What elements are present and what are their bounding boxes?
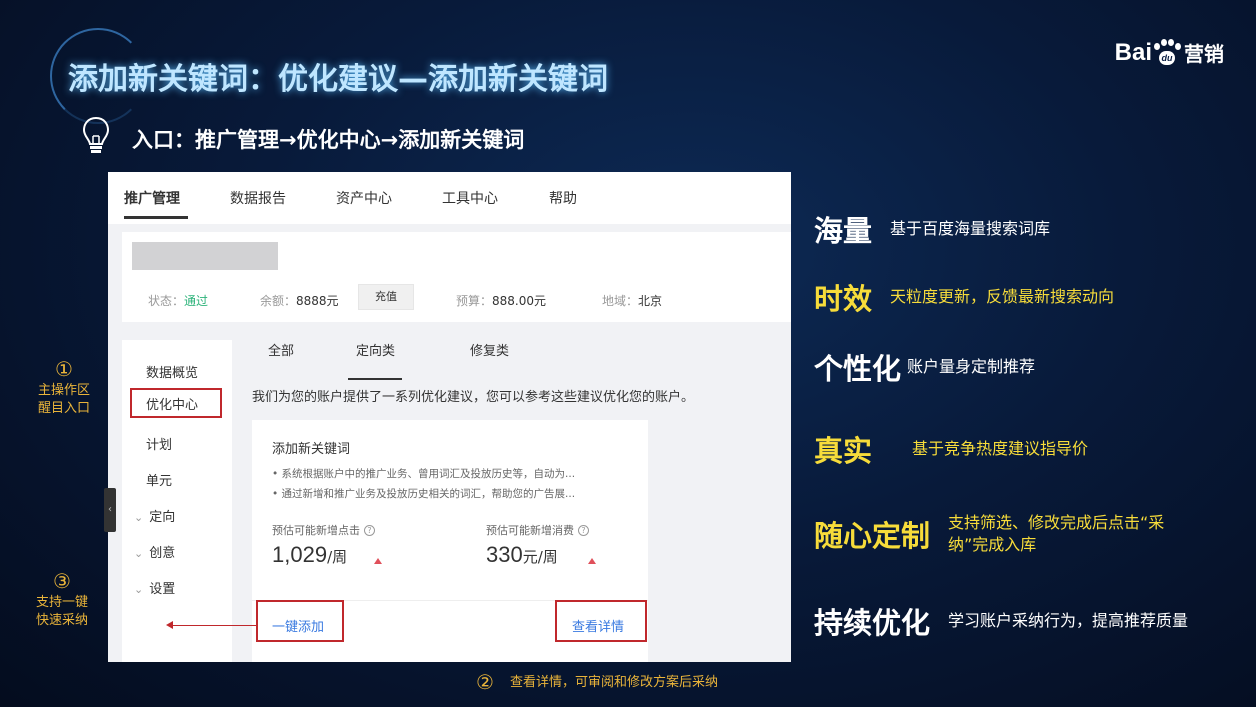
slide-title: 添加新关键词：优化建议—添加新关键词 xyxy=(68,62,608,97)
main-content: 全部 定向类 修复类 我们为您的账户提供了一系列优化建议，您可以参考这些建议优化… xyxy=(232,322,791,662)
account-status: 状态：通过 xyxy=(148,294,209,308)
help-icon[interactable]: ? xyxy=(578,525,589,536)
feature-real: 真实 基于竞争热度建议指导价 xyxy=(814,434,1089,468)
paw-icon: du xyxy=(1153,38,1181,67)
sidebar-item-plan[interactable]: 计划 xyxy=(146,434,172,453)
pointer-arrow-line xyxy=(172,625,256,626)
tab-active-underline xyxy=(348,378,402,380)
account-name-redacted xyxy=(132,242,278,270)
help-icon[interactable]: ? xyxy=(364,525,375,536)
suggestion-bullet: • 通过新增和推广业务及投放历史相关的词汇，帮助您的广告展... xyxy=(272,488,576,500)
lightbulb-icon xyxy=(82,116,110,153)
chevron-down-icon: ⌄ xyxy=(134,583,144,596)
feature-massive: 海量 基于百度海量搜索词库 xyxy=(814,214,1051,248)
arrow-left-icon xyxy=(166,621,173,629)
nav-asset-center[interactable]: 资产中心 xyxy=(336,188,392,208)
highlight-box-add xyxy=(256,600,344,642)
suggestion-title: 添加新关键词 xyxy=(272,442,351,457)
suggestion-bullet: • 系统根据账户中的推广业务、曾用词汇及投放历史等，自动为... xyxy=(272,468,576,480)
intro-text: 我们为您的账户提供了一系列优化建议，您可以参考这些建议优化您的账户。 xyxy=(252,390,695,405)
metric-clicks: 1,029/周 xyxy=(272,542,348,567)
tab-repair[interactable]: 修复类 xyxy=(470,340,509,359)
metric-spend: 330元/周 xyxy=(486,542,558,567)
recharge-button[interactable]: 充值 xyxy=(358,284,414,310)
annotation-2: ② 查看详情，可审阅和修改方案后采纳 xyxy=(476,670,718,694)
account-region: 地域：北京 xyxy=(602,294,663,308)
tab-targeting[interactable]: 定向类 xyxy=(356,340,395,359)
nav-promotion-management[interactable]: 推广管理 xyxy=(124,188,180,208)
tab-bar: 全部 定向类 修复类 xyxy=(232,340,791,380)
ui-screenshot-panel: 推广管理 数据报告 资产中心 工具中心 帮助 状态：通过 余额：8888元 充值… xyxy=(108,172,791,662)
feature-customizable: 随心定制 支持筛选、修改完成后点击“采 纳”完成入库 xyxy=(814,513,1165,554)
highlight-box-optimization-center xyxy=(130,388,222,418)
feature-continuous-optimization: 持续优化 学习账户采纳行为，提高推荐质量 xyxy=(814,606,1189,640)
highlight-box-details xyxy=(555,600,647,642)
nav-data-report[interactable]: 数据报告 xyxy=(230,188,286,208)
account-card: 状态：通过 余额：8888元 充值 预算：888.00元 地域：北京 xyxy=(122,232,791,322)
logo-text-suffix: 营销 xyxy=(1184,44,1224,66)
feature-personalized: 个性化 账户量身定制推荐 xyxy=(814,352,1036,386)
annotation-3: ③ 支持一键 快速采纳 xyxy=(35,569,88,628)
top-nav: 推广管理 数据报告 资产中心 工具中心 帮助 xyxy=(108,172,791,224)
logo-text-bai: Bai xyxy=(1114,38,1152,66)
sidebar-item-settings[interactable]: ⌄ 设置 xyxy=(134,578,175,597)
status-badge: 通过 xyxy=(184,294,209,308)
sidebar-item-targeting[interactable]: ⌄ 定向 xyxy=(134,506,175,525)
sidebar-item-unit[interactable]: 单元 xyxy=(146,470,172,489)
nav-active-underline xyxy=(124,216,188,219)
annotation-1: ① 主操作区 醒目入口 xyxy=(37,357,90,416)
baidu-marketing-logo: Bai du 营销 xyxy=(1115,38,1224,67)
nav-tool-center[interactable]: 工具中心 xyxy=(442,188,498,208)
trend-up-icon xyxy=(588,558,596,564)
logo-text-du: du xyxy=(1161,52,1173,63)
nav-help[interactable]: 帮助 xyxy=(549,188,577,208)
metric-label-clicks: 预估可能新增点击? xyxy=(272,522,375,538)
metric-label-spend: 预估可能新增消费? xyxy=(486,522,589,538)
sidebar-item-overview[interactable]: 数据概览 xyxy=(146,362,198,381)
collapse-handle[interactable]: ‹ xyxy=(104,488,116,532)
account-balance: 余额：8888元 xyxy=(260,294,339,308)
account-budget: 预算：888.00元 xyxy=(456,294,547,308)
chevron-down-icon: ⌄ xyxy=(134,547,144,560)
feature-timely: 时效 天粒度更新，反馈最新搜索动向 xyxy=(814,282,1115,316)
trend-up-icon xyxy=(374,558,382,564)
entry-path: 入口：推广管理→优化中心→添加新关键词 xyxy=(132,128,525,152)
chevron-down-icon: ⌄ xyxy=(134,511,144,524)
tab-all[interactable]: 全部 xyxy=(268,340,294,359)
sidebar-item-creative[interactable]: ⌄ 创意 xyxy=(134,542,175,561)
suggestion-card: 添加新关键词 • 系统根据账户中的推广业务、曾用词汇及投放历史等，自动为... … xyxy=(252,420,648,662)
sidebar: 数据概览 优化中心 计划 单元 ⌄ 定向 ⌄ 创意 ⌄ 设置 xyxy=(122,340,232,662)
